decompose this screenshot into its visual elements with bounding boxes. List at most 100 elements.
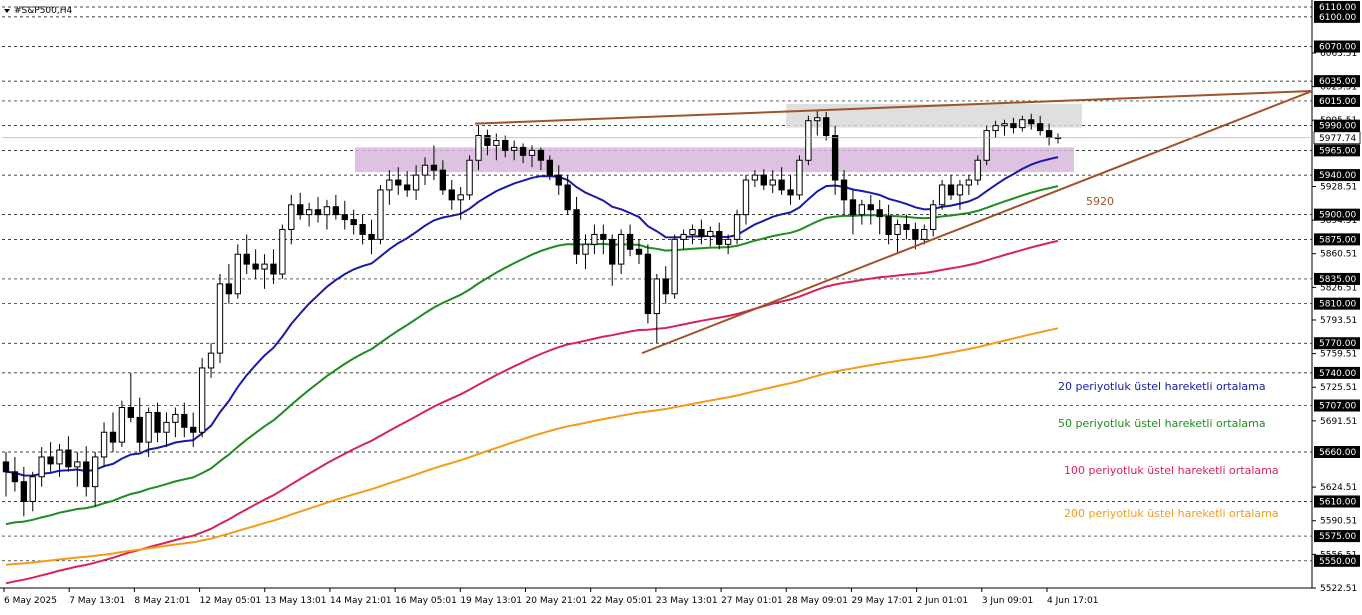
candle-body <box>359 224 366 235</box>
candle-body <box>341 214 348 221</box>
price-tag-label: 6015.00 <box>1319 97 1356 107</box>
candle-body <box>858 204 866 216</box>
time-tick-label: 7 May 13:01 <box>69 596 125 606</box>
price-tag-label: 5550.00 <box>1319 557 1356 567</box>
price-tag-label: 5660.00 <box>1319 448 1356 458</box>
candle <box>466 155 473 200</box>
candle-body <box>118 407 126 443</box>
candle-body <box>617 233 625 265</box>
candle-body <box>814 117 821 122</box>
candle-body <box>609 238 616 265</box>
candle-body <box>127 407 134 418</box>
candle-body <box>787 189 794 196</box>
time-tick-label: 28 May 09:01 <box>786 596 848 606</box>
candle-body <box>145 411 152 443</box>
candle-body <box>261 263 268 270</box>
price-tag-label: 5965.00 <box>1319 146 1356 156</box>
time-tick-label: 2 Jun 01:01 <box>917 596 968 606</box>
candle-body <box>724 238 732 245</box>
price-level-tag: 5575.00 <box>1314 530 1360 543</box>
candle-body <box>207 352 215 369</box>
candle-body <box>279 228 286 275</box>
purple-support-zone <box>355 147 1074 173</box>
candle-body <box>1028 119 1035 125</box>
candle <box>983 125 990 166</box>
price-tag-label: 6100.00 <box>1319 13 1356 23</box>
price-tick-label: 5590.51 <box>1320 517 1357 527</box>
candle-body <box>234 253 241 295</box>
candle-body <box>270 263 277 275</box>
candle-body <box>600 233 607 240</box>
candle-body <box>840 179 848 201</box>
candle-body <box>421 164 429 176</box>
candle <box>974 155 981 185</box>
candle-body <box>1010 123 1017 129</box>
candle-body <box>796 159 803 196</box>
candle-body <box>172 413 179 423</box>
candle-body <box>698 228 705 237</box>
time-tick-label: 13 May 13:01 <box>265 596 327 606</box>
candlestick-chart[interactable]: 6063.516029.515995.515928.515894.515860.… <box>0 0 1362 611</box>
candle-body <box>644 253 652 315</box>
candle-body <box>992 125 999 132</box>
legend-ema20: 20 periyotluk üstel hareketli ortalama <box>1058 380 1266 393</box>
price-tag-label: 5900.00 <box>1319 211 1356 221</box>
candle-body <box>11 471 19 483</box>
chart-window: 6063.516029.515995.515928.515894.515860.… <box>0 0 1362 611</box>
candle-body <box>903 224 910 230</box>
candle-body <box>457 194 464 201</box>
candle-body <box>243 253 250 265</box>
candle-body <box>439 169 447 191</box>
candle-body <box>912 228 919 240</box>
candle-body <box>1019 119 1026 129</box>
candle-body <box>368 233 375 240</box>
candle-body <box>136 416 143 443</box>
price-tick-label: 5624.51 <box>1320 483 1357 493</box>
candle-body <box>528 149 536 156</box>
candle-body <box>582 243 589 255</box>
time-tick-label: 29 May 17:01 <box>851 596 913 606</box>
candle <box>671 234 678 299</box>
time-tick-label: 3 Jun 09:01 <box>982 596 1033 606</box>
candle-body <box>225 283 233 295</box>
time-tick-label: 22 May 05:01 <box>591 596 653 606</box>
candle-body <box>555 174 562 186</box>
current-price-label: 5977.74 <box>1319 134 1356 144</box>
price-tag-label: 5990.00 <box>1319 122 1356 132</box>
candle-body <box>305 209 313 216</box>
symbol-header[interactable]: #S&P500,H4 <box>4 6 73 16</box>
candle-body <box>974 159 981 181</box>
candle-body <box>1036 123 1044 132</box>
candle-body <box>885 216 892 235</box>
candle-body <box>1001 123 1008 127</box>
candle-body <box>190 426 197 433</box>
price-level-tag: 5835.00 <box>1314 272 1360 285</box>
candle-body <box>466 159 473 196</box>
candle-body <box>502 139 509 151</box>
time-tick-label: 20 May 21:01 <box>526 596 588 606</box>
candle-body <box>38 456 45 478</box>
candle-body <box>564 184 571 211</box>
price-level-tag: 5940.00 <box>1314 169 1360 182</box>
candle-body <box>769 179 776 186</box>
candle <box>118 400 126 448</box>
price-tag-label: 5740.00 <box>1319 369 1356 379</box>
price-tag-label: 5707.00 <box>1319 402 1356 412</box>
price-tick-label: 5793.51 <box>1320 316 1357 326</box>
candle-body <box>983 130 990 161</box>
candle-body <box>849 199 857 216</box>
candle-body <box>671 238 678 295</box>
time-tick-label: 19 May 13:01 <box>460 596 522 606</box>
price-level-tag: 5740.00 <box>1314 366 1360 379</box>
price-tag-label: 5610.00 <box>1319 497 1356 507</box>
time-tick-label: 14 May 21:01 <box>330 596 392 606</box>
price-level-tag: 5810.00 <box>1314 297 1360 310</box>
candle-body <box>404 184 411 191</box>
time-tick-label: 12 May 05:01 <box>200 596 262 606</box>
candle-body <box>91 456 99 488</box>
candle-body <box>56 449 63 465</box>
candle-body <box>20 481 28 502</box>
price-tag-label: 6035.00 <box>1319 77 1356 87</box>
candle-body <box>484 135 491 146</box>
candle-body <box>430 164 438 171</box>
